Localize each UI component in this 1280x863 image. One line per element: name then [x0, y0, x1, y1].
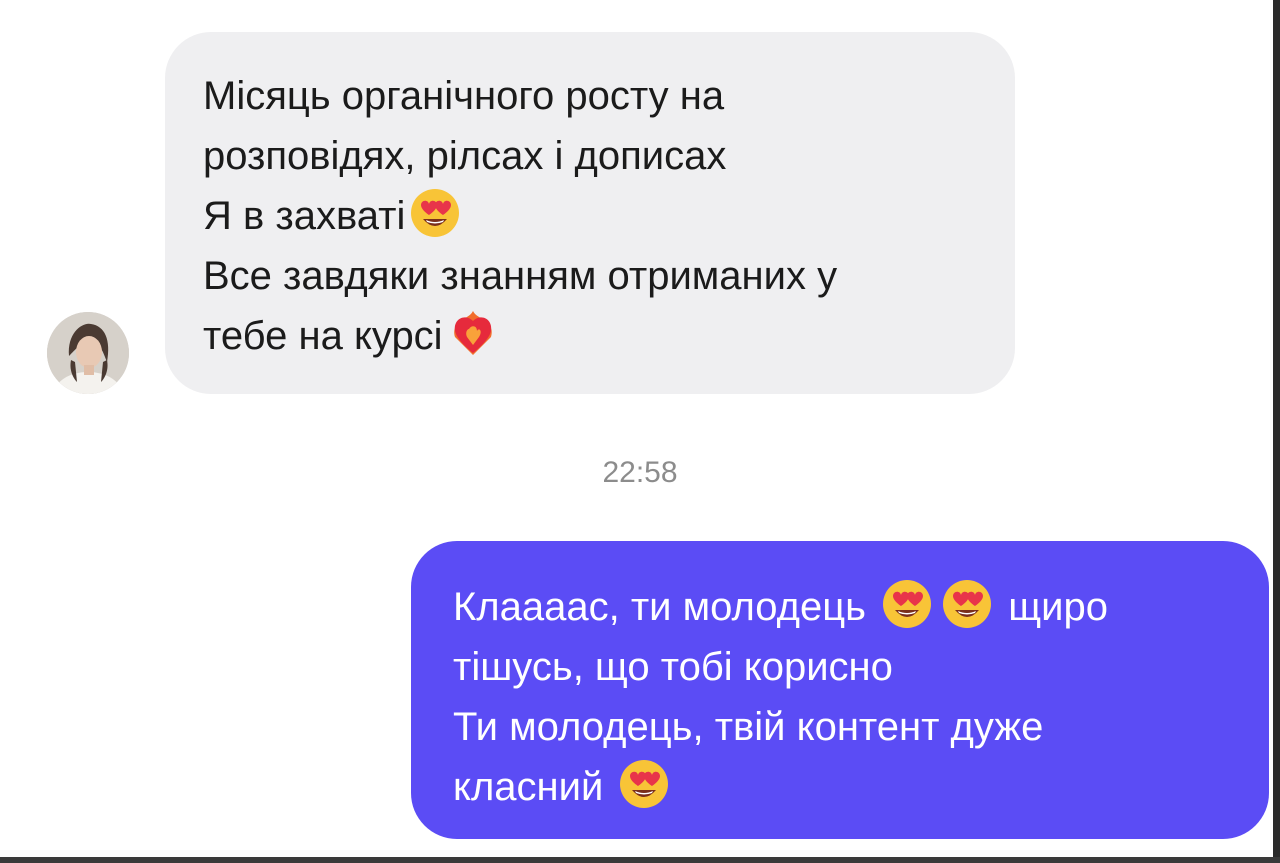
heart-eyes-emoji-icon	[943, 580, 992, 628]
heart-eyes-emoji-icon	[883, 580, 932, 628]
message-line: Все завдяки знанням отриманих у	[203, 254, 838, 298]
message-line-with-emoji: тебе на курсі	[203, 306, 977, 366]
incoming-message-bubble[interactable]: Місяць органічного росту на розповідях, …	[165, 32, 1015, 394]
heart-eyes-emoji-icon	[620, 760, 669, 808]
message-text: тебе на курсі	[203, 314, 443, 358]
user-avatar[interactable]	[47, 312, 129, 394]
screen-edge-divider	[1273, 0, 1280, 863]
message-line: Ти молодець, твій контент дуже	[453, 705, 1044, 749]
message-line-with-emoji: Я в захваті	[203, 186, 977, 246]
heart-on-fire-emoji-icon	[453, 311, 492, 355]
message-timestamp: 22:58	[602, 456, 678, 489]
message-line-with-emoji: класний	[453, 757, 1229, 817]
message-text: Я в захваті	[203, 194, 406, 238]
message-text: класний	[453, 765, 604, 809]
message-line-with-emoji: Клаааас, ти молодець щиро	[453, 577, 1229, 637]
heart-eyes-emoji-icon	[411, 189, 460, 237]
message-text: Клаааас, ти молодець	[453, 585, 866, 629]
outgoing-message-bubble[interactable]: Клаааас, ти молодець щиро тішусь, що тоб…	[411, 541, 1269, 839]
message-text: щиро	[1008, 585, 1108, 629]
screen-edge-divider	[0, 857, 1280, 863]
chat-thread: Місяць органічного росту на розповідях, …	[0, 0, 1280, 863]
message-line: тішусь, що тобі корисно	[453, 645, 893, 689]
message-line: Місяць органічного росту на	[203, 74, 725, 118]
avatar-photo-icon	[47, 312, 129, 394]
message-line: розповідях, рілсах і дописах	[203, 134, 727, 178]
